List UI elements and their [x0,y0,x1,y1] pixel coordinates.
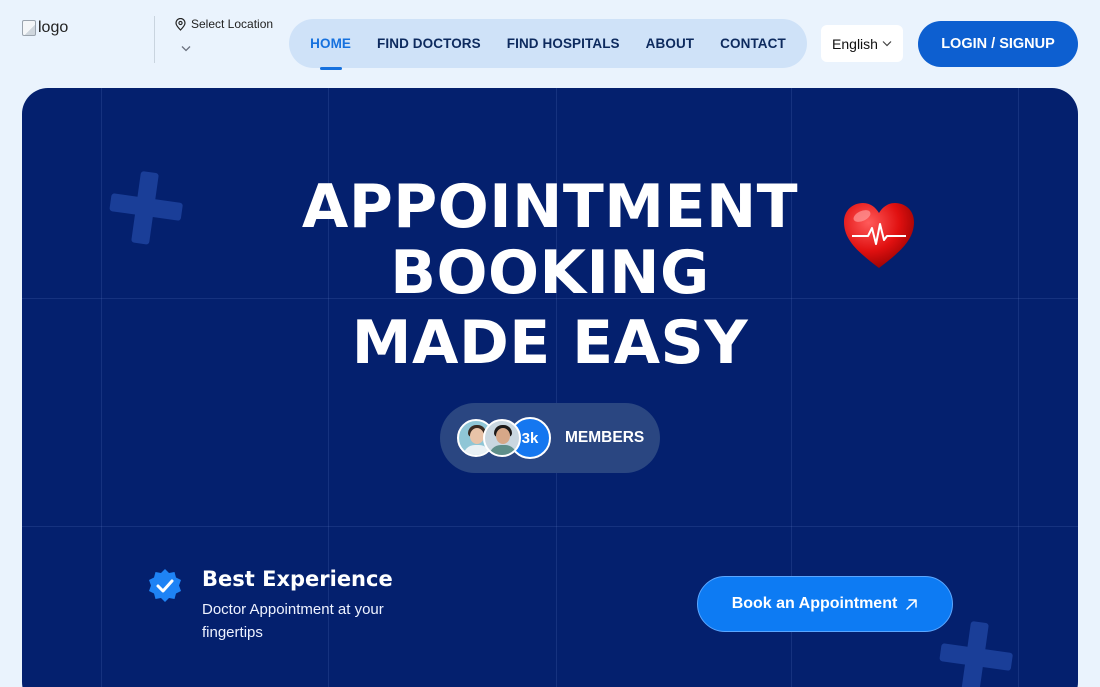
nav-find-hospitals[interactable]: FIND HOSPITALS [507,36,620,51]
book-appointment-label: Book an Appointment [731,595,898,612]
heart-pulse-icon [844,203,914,268]
chevron-down-icon [882,41,892,47]
hero-section: APPOINTMENT BOOKING MADE EASY 3k MEMBERS [22,88,1078,687]
nav-about[interactable]: ABOUT [646,36,695,51]
logo[interactable]: logo [22,19,68,37]
hero-title-line: APPOINTMENT [301,172,799,242]
location-label: Select Location [191,17,274,31]
feature-description: Doctor Appointment at your fingertips [202,601,384,641]
nav-home[interactable]: HOME [310,36,351,51]
location-pin-icon [175,17,186,31]
nav-find-doctors[interactable]: FIND DOCTORS [377,36,481,51]
grid-line [22,526,1078,527]
hero-title-line: MADE EASY [351,308,749,378]
language-select[interactable]: English [821,25,903,62]
avatar [483,419,521,457]
chevron-down-icon[interactable] [181,41,273,55]
login-signup-button[interactable]: LOGIN / SIGNUP [918,21,1078,67]
hero-title-line: BOOKING [390,238,710,308]
verified-badge-icon [149,569,181,602]
logo-alt-text: logo [38,19,69,36]
plus-decoration-icon [935,617,1016,687]
broken-image-icon [22,20,36,36]
arrow-up-right-icon [906,598,918,610]
book-appointment-button[interactable]: Book an Appointment [697,576,953,632]
header-divider [154,16,155,63]
feature-best-experience: Best Experience Doctor Appointment at yo… [146,567,393,644]
members-label: MEMBERS [565,429,645,446]
feature-title: Best Experience [202,567,393,591]
nav-contact[interactable]: CONTACT [720,36,786,51]
main-nav: HOME FIND DOCTORS FIND HOSPITALS ABOUT C… [289,19,807,68]
language-label: English [832,35,878,52]
members-badge: 3k MEMBERS [440,403,660,473]
hero-title: APPOINTMENT BOOKING MADE EASY [22,174,1078,376]
location-selector[interactable]: Select Location [175,17,273,55]
